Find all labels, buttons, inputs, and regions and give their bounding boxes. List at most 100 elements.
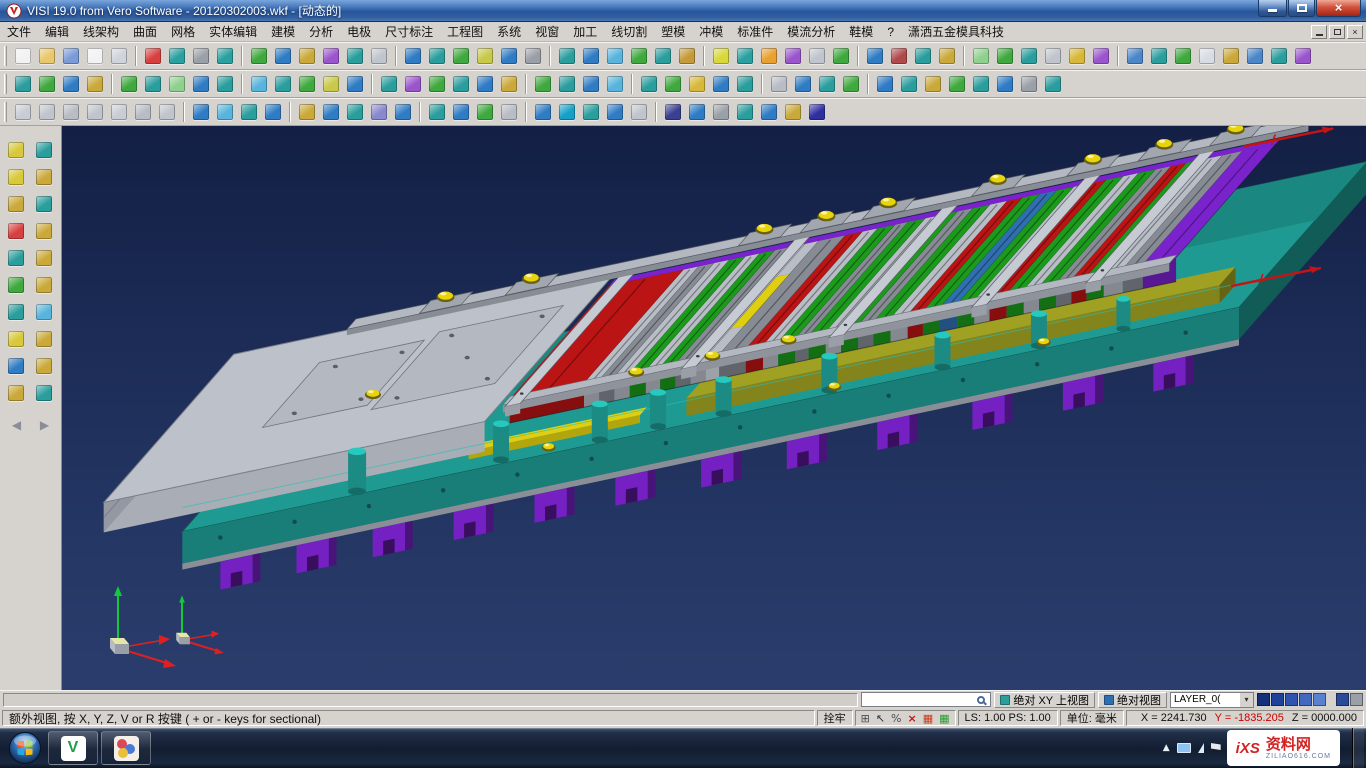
toolbar-icon[interactable]	[1147, 44, 1171, 68]
forward-button[interactable]: ▶	[34, 415, 56, 435]
toolbar-icon[interactable]	[165, 44, 189, 68]
layer-color-swatch[interactable]	[1271, 693, 1284, 706]
toolbar-icon[interactable]	[1267, 44, 1291, 68]
toolbar-icon[interactable]	[31, 354, 57, 378]
search-box[interactable]	[861, 692, 991, 707]
toolbar-icon[interactable]	[945, 72, 969, 96]
toolbar-icon[interactable]	[59, 44, 83, 68]
menu-item[interactable]: ?	[880, 22, 901, 42]
toolbar-icon[interactable]	[165, 72, 189, 96]
toolbar-icon[interactable]	[555, 72, 579, 96]
toolbar-icon[interactable]	[873, 72, 897, 96]
minimize-button[interactable]	[1258, 0, 1287, 17]
toolbar-icon[interactable]	[709, 72, 733, 96]
toolbar-icon[interactable]	[3, 300, 29, 324]
toolbar-icon[interactable]	[497, 44, 521, 68]
snap-grid-icon[interactable]: ⊞	[861, 713, 870, 724]
toolbar-icon[interactable]	[839, 72, 863, 96]
view-abs-button[interactable]: 绝对视图	[1098, 692, 1167, 708]
tray-display-icon[interactable]	[1177, 743, 1191, 753]
toolbar-icon[interactable]	[401, 72, 425, 96]
toolbar-icon[interactable]	[3, 354, 29, 378]
toolbar-icon[interactable]	[3, 246, 29, 270]
toolbar-icon[interactable]	[661, 100, 685, 124]
toolbar-icon[interactable]	[425, 72, 449, 96]
toolbar-icon[interactable]	[3, 138, 29, 162]
menu-item[interactable]: 分析	[302, 22, 340, 42]
toolbar-icon[interactable]	[117, 72, 141, 96]
toolbar-icon[interactable]	[319, 44, 343, 68]
toolbar-icon[interactable]	[319, 100, 343, 124]
toolbar-icon[interactable]	[781, 100, 805, 124]
menu-item[interactable]: 曲面	[126, 22, 164, 42]
menu-item[interactable]: 编辑	[38, 22, 76, 42]
toolbar-icon[interactable]	[603, 72, 627, 96]
toolbar-icon[interactable]	[1195, 44, 1219, 68]
toolbar-icon[interactable]	[31, 246, 57, 270]
toolbar-icon[interactable]	[425, 44, 449, 68]
toolbar-icon[interactable]	[1017, 44, 1041, 68]
toolbar-icon[interactable]	[497, 72, 521, 96]
toolbar-icon[interactable]	[1041, 72, 1065, 96]
toolbar-icon[interactable]	[555, 44, 579, 68]
toolbar-icon[interactable]	[685, 72, 709, 96]
tray-expand-icon[interactable]: ▲	[1163, 743, 1170, 753]
toolbar-icon[interactable]	[1219, 44, 1243, 68]
toolbar-icon[interactable]	[35, 100, 59, 124]
cursor-icon[interactable]: ↖	[876, 713, 885, 724]
edit-green-icon[interactable]: ▦	[939, 713, 949, 724]
toolbar-icon[interactable]	[627, 100, 651, 124]
toolbar-icon[interactable]	[579, 100, 603, 124]
toolbar-icon[interactable]	[213, 44, 237, 68]
toolbar-icon[interactable]	[555, 100, 579, 124]
toolbar-icon[interactable]	[921, 72, 945, 96]
menu-item[interactable]: 文件	[0, 22, 38, 42]
toolbar-icon[interactable]	[271, 44, 295, 68]
menu-item[interactable]: 加工	[566, 22, 604, 42]
menu-item[interactable]: 系统	[490, 22, 528, 42]
layer-color-swatch[interactable]	[1336, 693, 1349, 706]
toolbar-icon[interactable]	[733, 72, 757, 96]
menu-item[interactable]: 冲模	[692, 22, 730, 42]
toolbar-icon[interactable]	[131, 100, 155, 124]
toolbar-icon[interactable]	[767, 72, 791, 96]
toolbar-icon[interactable]	[603, 44, 627, 68]
toolbar-icon[interactable]	[247, 72, 271, 96]
toolbar-icon[interactable]	[1123, 44, 1147, 68]
toolbar-icon[interactable]	[1065, 44, 1089, 68]
percent-icon[interactable]: %	[891, 713, 901, 724]
taskbar-design-app[interactable]	[101, 731, 151, 765]
toolbar-icon[interactable]	[261, 100, 285, 124]
back-button[interactable]: ◀	[6, 415, 28, 435]
doc-minimize-button[interactable]	[1311, 25, 1327, 39]
toolbar-icon[interactable]	[473, 44, 497, 68]
toolbar-icon[interactable]	[189, 44, 213, 68]
toolbar-icon[interactable]	[531, 72, 555, 96]
toolbar-icon[interactable]	[141, 44, 165, 68]
toolbar-icon[interactable]	[449, 72, 473, 96]
toolbar-icon[interactable]	[805, 44, 829, 68]
toolbar-icon[interactable]	[651, 44, 675, 68]
tray-action-center-icon[interactable]	[1211, 743, 1221, 753]
chevron-down-icon[interactable]: ▾	[1240, 693, 1253, 707]
toolbar-icon[interactable]	[343, 44, 367, 68]
toolbar-icon[interactable]	[1017, 72, 1041, 96]
toolbar-icon[interactable]	[603, 100, 627, 124]
menu-item[interactable]: 电极	[340, 22, 378, 42]
doc-close-button[interactable]: ×	[1347, 25, 1363, 39]
toolbar-icon[interactable]	[31, 165, 57, 189]
toolbar-icon[interactable]	[213, 100, 237, 124]
toolbar-icon[interactable]	[3, 165, 29, 189]
menu-item[interactable]: 工程图	[440, 22, 490, 42]
toolbar-icon[interactable]	[271, 72, 295, 96]
close-button[interactable]: ×	[1316, 0, 1361, 17]
toolbar-icon[interactable]	[805, 100, 829, 124]
command-field[interactable]	[3, 693, 858, 707]
tray-network-icon[interactable]	[1198, 743, 1204, 753]
toolbar-icon[interactable]	[31, 300, 57, 324]
toolbar-icon[interactable]	[31, 273, 57, 297]
toolbar-icon[interactable]	[3, 327, 29, 351]
menu-item[interactable]: 网格	[164, 22, 202, 42]
menu-item[interactable]: 建模	[264, 22, 302, 42]
toolbar-icon[interactable]	[31, 327, 57, 351]
